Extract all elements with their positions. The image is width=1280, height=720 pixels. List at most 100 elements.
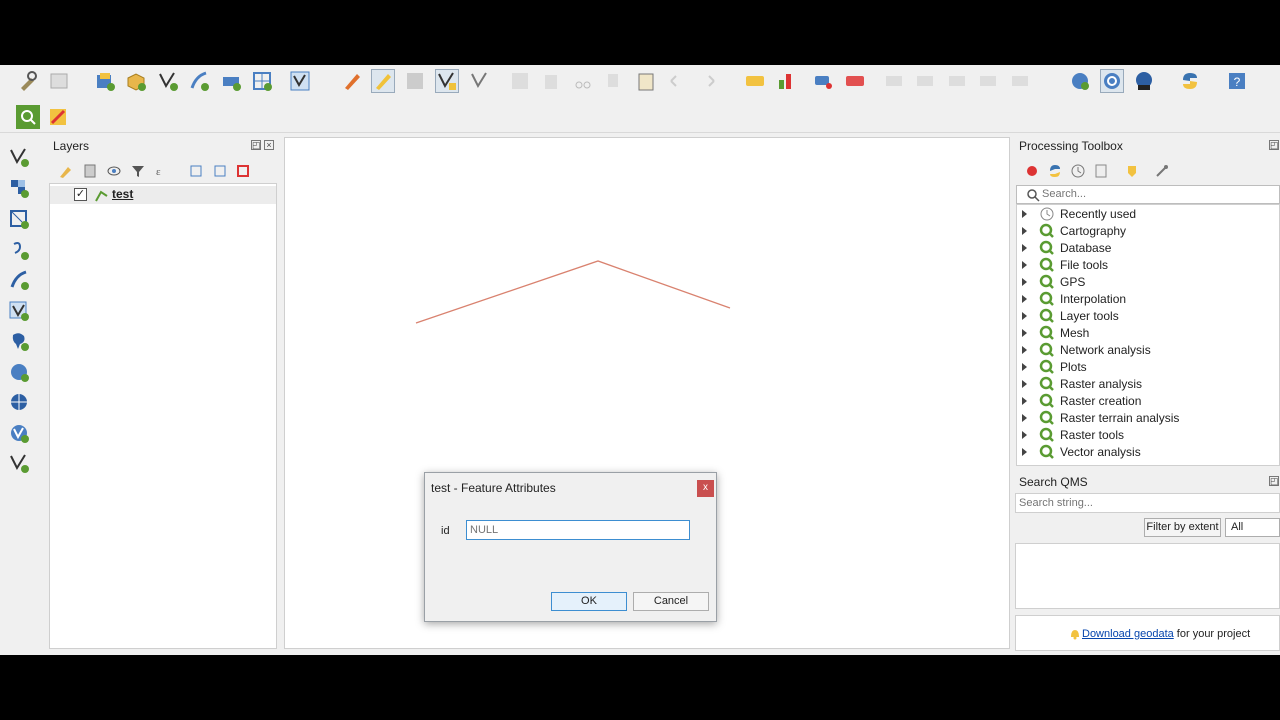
quickmapservices-icon[interactable] <box>1132 69 1156 93</box>
panel-float-icon[interactable]: ◰ <box>1269 140 1279 150</box>
tree-item-file-tools[interactable]: File tools <box>1017 257 1279 274</box>
add-vector-layer-icon[interactable] <box>7 145 31 169</box>
download-geodata-link[interactable]: Download geodata <box>1082 628 1174 640</box>
add-mesh-layer-icon[interactable] <box>7 207 31 231</box>
identify-tool-icon[interactable] <box>16 69 40 93</box>
new-project-icon[interactable] <box>93 69 117 93</box>
tree-item-cartography[interactable]: Cartography <box>1017 223 1279 240</box>
add-postgis-layer-icon[interactable] <box>7 329 31 353</box>
expand-all-icon[interactable] <box>184 159 208 183</box>
collapse-all-icon[interactable] <box>208 159 232 183</box>
add-delimited-text-icon[interactable] <box>7 238 31 262</box>
tree-item-mesh[interactable]: Mesh <box>1017 325 1279 342</box>
filter-select[interactable]: All <box>1225 518 1280 537</box>
expand-arrow-icon[interactable] <box>1022 329 1027 337</box>
expand-arrow-icon[interactable] <box>1022 380 1027 388</box>
scripts-icon[interactable] <box>1043 159 1067 183</box>
add-wcs-layer-icon[interactable] <box>7 390 31 414</box>
undo-icon[interactable] <box>665 69 689 93</box>
remove-layer-icon[interactable] <box>231 159 255 183</box>
tree-item-raster-terrain-analysis[interactable]: Raster terrain analysis <box>1017 410 1279 427</box>
cancel-button[interactable]: Cancel <box>633 592 709 611</box>
history-icon[interactable] <box>1066 159 1090 183</box>
expand-arrow-icon[interactable] <box>1022 261 1027 269</box>
delete-selected-icon[interactable] <box>539 69 563 93</box>
id-field[interactable] <box>466 520 690 540</box>
expand-arrow-icon[interactable] <box>1022 414 1027 422</box>
tree-item-raster-creation[interactable]: Raster creation <box>1017 393 1279 410</box>
tree-item-database[interactable]: Database <box>1017 240 1279 257</box>
tree-item-vector-analysis[interactable]: Vector analysis <box>1017 444 1279 461</box>
layer-name[interactable]: test <box>112 187 133 201</box>
redo-icon[interactable] <box>696 69 720 93</box>
tree-item-plots[interactable]: Plots <box>1017 359 1279 376</box>
add-wms-layer-icon[interactable] <box>7 360 31 384</box>
new-shapefile-icon[interactable] <box>156 69 180 93</box>
panel-float-icon[interactable]: ◰ <box>1269 476 1279 486</box>
tree-item-raster-analysis[interactable]: Raster analysis <box>1017 376 1279 393</box>
qms-search-input[interactable] <box>1019 497 1274 509</box>
qms-search-field[interactable] <box>1015 493 1280 513</box>
move-label-icon[interactable] <box>882 69 906 93</box>
expand-arrow-icon[interactable] <box>1022 397 1027 405</box>
open-layer-styling-icon[interactable] <box>54 159 78 183</box>
change-label-icon[interactable] <box>945 69 969 93</box>
results-viewer-icon[interactable] <box>1089 159 1113 183</box>
tree-item-gps[interactable]: GPS <box>1017 274 1279 291</box>
tree-item-raster-tools[interactable]: Raster tools <box>1017 427 1279 444</box>
diagram-icon[interactable] <box>774 69 798 93</box>
add-wfs-layer-icon[interactable] <box>7 421 31 445</box>
options-icon[interactable] <box>1150 159 1174 183</box>
ok-button[interactable]: OK <box>551 592 627 611</box>
tree-item-network-analysis[interactable]: Network analysis <box>1017 342 1279 359</box>
expand-arrow-icon[interactable] <box>1022 227 1027 235</box>
copy-features-icon[interactable] <box>602 69 626 93</box>
expand-arrow-icon[interactable] <box>1022 448 1027 456</box>
help-icon[interactable]: ? <box>1225 69 1249 93</box>
plugin-tool-icon[interactable] <box>46 105 70 129</box>
digitize-icon[interactable] <box>288 69 312 93</box>
expand-arrow-icon[interactable] <box>1022 363 1027 371</box>
tree-item-recently-used[interactable]: Recently used <box>1017 206 1279 223</box>
panel-float-icon[interactable]: ◰ <box>251 140 261 150</box>
quickmapservices-search-icon[interactable] <box>1100 69 1124 93</box>
panel-close-icon[interactable]: × <box>264 140 274 150</box>
show-hide-labels-icon[interactable] <box>976 69 1000 93</box>
highlight-labels-icon[interactable] <box>843 69 867 93</box>
pin-labels-icon[interactable] <box>812 69 836 93</box>
expand-arrow-icon[interactable] <box>1022 346 1027 354</box>
expand-arrow-icon[interactable] <box>1022 278 1027 286</box>
label-toolbar-icon[interactable] <box>743 69 767 93</box>
globe-plugin-icon[interactable] <box>1068 69 1092 93</box>
close-icon[interactable]: x <box>697 480 714 497</box>
layer-row-test[interactable]: ✓ test <box>50 186 276 204</box>
filter-by-extent-button[interactable]: Filter by extent <box>1144 518 1221 537</box>
tree-item-interpolation[interactable]: Interpolation <box>1017 291 1279 308</box>
move-diagram-icon[interactable] <box>1008 69 1032 93</box>
qms-search-icon[interactable] <box>16 105 40 129</box>
toolbox-search-input[interactable] <box>1042 188 1272 200</box>
vertex-tool-icon[interactable] <box>468 69 492 93</box>
add-line-feature-icon[interactable] <box>435 69 459 93</box>
python-console-icon[interactable] <box>1178 69 1202 93</box>
modify-attributes-icon[interactable] <box>508 69 532 93</box>
layer-visibility-checkbox[interactable]: ✓ <box>74 188 87 201</box>
expand-arrow-icon[interactable] <box>1022 312 1027 320</box>
filter-by-expression-icon[interactable]: ε <box>150 159 174 183</box>
current-edits-icon[interactable] <box>340 69 364 93</box>
add-virtual-layer-icon[interactable] <box>7 299 31 323</box>
add-group-icon[interactable] <box>78 159 102 183</box>
tree-item-layer-tools[interactable]: Layer tools <box>1017 308 1279 325</box>
expand-arrow-icon[interactable] <box>1022 210 1027 218</box>
add-raster-layer-icon[interactable] <box>7 176 31 200</box>
toggle-editing-icon[interactable] <box>371 69 395 93</box>
save-edits-icon[interactable] <box>403 69 427 93</box>
cut-features-icon[interactable] <box>571 69 595 93</box>
edit-features-in-place-icon[interactable] <box>1120 159 1144 183</box>
new-geopackage-icon[interactable] <box>124 69 148 93</box>
new-memory-layer-icon[interactable] <box>219 69 243 93</box>
rotate-label-icon[interactable] <box>913 69 937 93</box>
new-vector-layer-icon[interactable] <box>7 451 31 475</box>
filter-legend-icon[interactable] <box>126 159 150 183</box>
expand-arrow-icon[interactable] <box>1022 431 1027 439</box>
